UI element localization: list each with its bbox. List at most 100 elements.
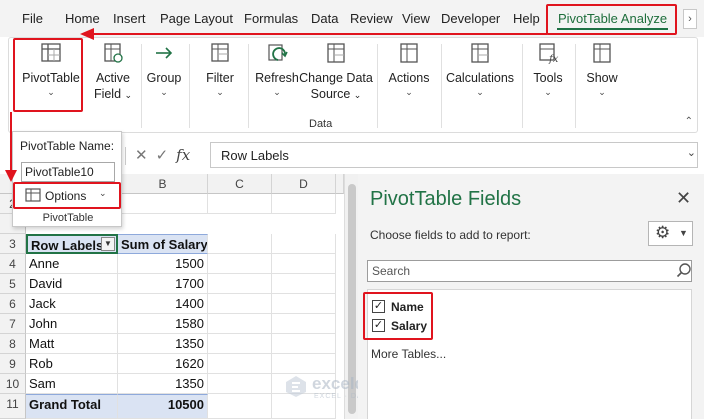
enter-icon[interactable]: ✓ — [156, 147, 177, 164]
refresh-button[interactable]: Refresh ⌄ — [252, 42, 302, 98]
cell[interactable] — [272, 314, 336, 334]
tab-home[interactable]: Home — [65, 11, 100, 26]
tab-pivottable-analyze[interactable]: PivotTable Analyze — [550, 7, 675, 33]
row-header[interactable]: 11 — [0, 394, 26, 419]
row-header[interactable]: 5 — [0, 274, 26, 294]
row-header[interactable]: 10 — [0, 374, 26, 394]
table-row-name[interactable]: Matt — [26, 334, 118, 354]
grand-total-value[interactable]: 10500 — [118, 394, 208, 419]
checkbox-icon[interactable]: ✓ — [372, 319, 385, 332]
table-row-name[interactable]: Anne — [26, 254, 118, 274]
table-row-salary[interactable]: 1700 — [118, 274, 208, 294]
cell[interactable] — [208, 354, 272, 374]
svg-text:fx: fx — [548, 54, 559, 64]
cell[interactable] — [272, 194, 336, 214]
search-icon[interactable] — [676, 262, 692, 278]
tab-developer[interactable]: Developer — [441, 11, 500, 26]
table-row-salary[interactable]: 1580 — [118, 314, 208, 334]
options-button[interactable]: Options ⌄ — [13, 183, 123, 208]
tab-scroll-right-button[interactable]: › — [683, 9, 697, 29]
tools-icon: fx — [539, 43, 559, 64]
tab-file[interactable]: File — [22, 11, 43, 26]
row-header[interactable]: 8 — [0, 334, 26, 354]
collapse-ribbon-icon[interactable]: ⌃ — [685, 116, 693, 127]
column-header-b[interactable]: B — [118, 174, 208, 194]
field-item-salary[interactable]: ✓ Salary — [372, 317, 432, 335]
field-list-settings-button[interactable]: ⚙ ▼ — [648, 221, 693, 246]
ribbon-separator — [248, 44, 249, 128]
close-icon[interactable]: ✕ — [676, 188, 691, 209]
exceldemy-logo-icon — [286, 376, 306, 397]
actions-button[interactable]: Actions ⌄ — [384, 42, 434, 98]
cell[interactable] — [208, 394, 272, 419]
cell[interactable] — [272, 334, 336, 354]
insert-function-icon[interactable]: fx — [176, 146, 190, 164]
cell[interactable] — [272, 294, 336, 314]
cancel-icon[interactable]: ✕ — [135, 147, 156, 164]
filter-dropdown-icon[interactable]: ▼ — [101, 237, 115, 251]
checkbox-icon[interactable]: ✓ — [372, 300, 385, 313]
tab-insert[interactable]: Insert — [113, 11, 146, 26]
row-header[interactable]: 9 — [0, 354, 26, 374]
table-row-salary[interactable]: 1350 — [118, 374, 208, 394]
cell[interactable] — [208, 374, 272, 394]
formula-content: Row Labels — [221, 148, 289, 163]
cell[interactable] — [272, 274, 336, 294]
row-header[interactable]: 3 — [0, 234, 26, 254]
tools-button[interactable]: fx Tools ⌄ — [529, 42, 567, 98]
calculations-button[interactable]: Calculations ⌄ — [444, 42, 516, 98]
table-row-salary[interactable]: 1400 — [118, 294, 208, 314]
chevron-down-icon: ⌄ — [216, 87, 224, 97]
cell[interactable] — [208, 334, 272, 354]
table-row-name[interactable]: Sam — [26, 374, 118, 394]
grand-total-label[interactable]: Grand Total — [26, 394, 118, 419]
cell[interactable] — [208, 314, 272, 334]
field-search-input[interactable]: Search — [367, 260, 692, 282]
table-row-salary[interactable]: 1500 — [118, 254, 208, 274]
pivottable-name-input[interactable]: PivotTable10 — [21, 162, 115, 182]
pivottable-button[interactable]: PivotTable ⌄ — [18, 42, 84, 98]
tab-review[interactable]: Review — [350, 11, 393, 26]
tab-data[interactable]: Data — [311, 11, 338, 26]
filter-button[interactable]: Filter ⌄ — [201, 42, 239, 98]
cell[interactable] — [208, 194, 272, 214]
chevron-down-icon: ⌄ — [544, 87, 552, 97]
cell[interactable] — [208, 254, 272, 274]
cell[interactable] — [208, 274, 272, 294]
row-header[interactable]: 7 — [0, 314, 26, 334]
chevron-down-icon: ⌄ — [476, 87, 484, 97]
field-item-name[interactable]: ✓ Name — [372, 298, 432, 316]
tab-pivottable-analyze-label: PivotTable Analyze — [557, 11, 668, 26]
row-labels-text: Row Labels — [31, 238, 104, 253]
cell[interactable] — [208, 294, 272, 314]
expand-formula-bar-icon[interactable]: ⌄ — [687, 146, 696, 159]
table-row-name[interactable]: Rob — [26, 354, 118, 374]
more-tables-link[interactable]: More Tables... — [371, 347, 446, 361]
group-button[interactable]: Group ⌄ — [145, 42, 183, 98]
cell[interactable] — [272, 354, 336, 374]
table-row-salary[interactable]: 1350 — [118, 334, 208, 354]
tab-help[interactable]: Help — [513, 11, 540, 26]
cell[interactable] — [272, 234, 336, 254]
active-field-button[interactable]: Active Field ⌄ — [88, 42, 138, 103]
pivot-header-sum-of-salary[interactable]: Sum of Salary — [118, 234, 208, 254]
formula-input[interactable]: Row Labels — [210, 142, 698, 168]
tab-view[interactable]: View — [402, 11, 430, 26]
row-header[interactable]: 6 — [0, 294, 26, 314]
column-header-d[interactable]: D — [272, 174, 336, 194]
pivot-header-row-labels[interactable]: Row Labels ▼ — [26, 234, 118, 254]
change-data-source-button[interactable]: Change Data Source ⌄ — [299, 42, 373, 103]
table-row-salary[interactable]: 1620 — [118, 354, 208, 374]
table-row-name[interactable]: Jack — [26, 294, 118, 314]
cell[interactable] — [118, 194, 208, 214]
tab-page-layout[interactable]: Page Layout — [160, 11, 233, 26]
column-header-e[interactable] — [336, 174, 344, 194]
show-button[interactable]: Show ⌄ — [583, 42, 621, 98]
row-header[interactable]: 4 — [0, 254, 26, 274]
table-row-name[interactable]: David — [26, 274, 118, 294]
cell[interactable] — [208, 234, 272, 254]
column-header-c[interactable]: C — [208, 174, 272, 194]
table-row-name[interactable]: John — [26, 314, 118, 334]
cell[interactable] — [272, 254, 336, 274]
tab-formulas[interactable]: Formulas — [244, 11, 298, 26]
